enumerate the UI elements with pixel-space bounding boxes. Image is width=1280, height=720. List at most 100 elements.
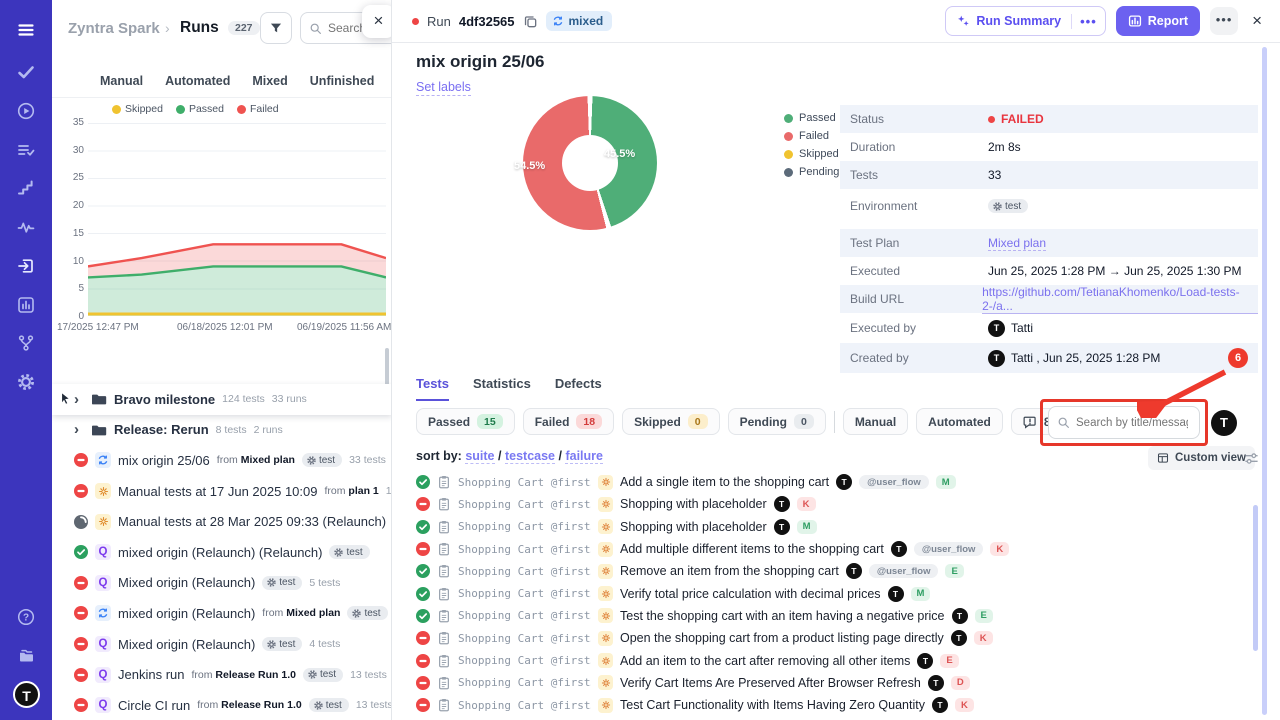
test-filter-chips: Passed15 Failed18 Skipped0 Pending0 Manu… — [416, 408, 1129, 435]
filter-skipped[interactable]: Skipped0 — [622, 408, 720, 435]
import-icon[interactable] — [17, 257, 35, 275]
set-labels-link[interactable]: Set labels — [416, 80, 471, 96]
filter-failed[interactable]: Failed18 — [523, 408, 614, 435]
tab-automated[interactable]: Automated — [165, 74, 230, 88]
run-summary-more-button[interactable]: ••• — [1071, 14, 1105, 29]
manual-test-icon — [598, 564, 613, 579]
manual-test-icon — [598, 542, 613, 557]
chevron-right-icon[interactable]: › — [74, 391, 84, 408]
label-badge: M — [936, 475, 956, 489]
run-row[interactable]: Q Jenkins run from Release Run 1.0 test … — [52, 659, 392, 690]
more-actions-button[interactable]: ••• — [1210, 7, 1238, 35]
label-badge: E — [940, 654, 958, 668]
runs-play-icon[interactable] — [17, 102, 35, 120]
menu-icon[interactable] — [17, 21, 35, 39]
detail-row-environment: Environment test — [840, 189, 1258, 223]
test-row[interactable]: Shopping Cart @first… Add an item to the… — [416, 649, 1244, 671]
run-row[interactable]: Q Mixed origin (Relaunch) test 5 tests — [52, 568, 392, 599]
breadcrumb-project[interactable]: Zyntra Spark — [68, 20, 160, 37]
test-row[interactable]: Shopping Cart @first… Verify Cart Items … — [416, 672, 1244, 694]
chevron-right-icon[interactable]: › — [74, 421, 84, 438]
custom-view-button[interactable]: Custom view — [1148, 446, 1255, 470]
test-row[interactable]: Shopping Cart @first… Shopping with plac… — [416, 516, 1244, 538]
label-badge: D — [951, 676, 970, 690]
run-list: › Bravo milestone 124 tests 33 runs › Re… — [52, 384, 392, 720]
run-row[interactable]: Q Circle CI run from Release Run 1.0 tes… — [52, 690, 392, 720]
manual-test-icon — [598, 675, 613, 690]
tests-search-input[interactable] — [1076, 417, 1188, 429]
chat-alert-icon — [1023, 415, 1037, 429]
run-row[interactable]: Manual tests at 17 Jun 2025 10:09 from p… — [52, 476, 392, 507]
test-row[interactable]: Shopping Cart @first… Remove an item fro… — [416, 560, 1244, 582]
view-settings-sliders-icon[interactable] — [1244, 450, 1259, 465]
run-title: mix origin 25/06 — [416, 52, 545, 72]
help-icon[interactable] — [17, 608, 35, 626]
tab-tests[interactable]: Tests — [416, 376, 449, 401]
test-row[interactable]: Shopping Cart @first… Add multiple diffe… — [416, 538, 1244, 560]
left-panel-scrollbar[interactable] — [385, 348, 389, 386]
sort-by-testcase[interactable]: testcase — [505, 449, 555, 464]
run-row[interactable]: mixed origin (Relaunch) from Mixed plan … — [52, 598, 392, 629]
test-row[interactable]: Shopping Cart @first… Verify total price… — [416, 582, 1244, 604]
test-row[interactable]: Shopping Cart @first… Add a single item … — [416, 471, 1244, 493]
filter-automated[interactable]: Automated — [916, 408, 1003, 435]
clipboard-icon — [437, 475, 451, 489]
detail-row-duration: Duration2m 8s — [840, 133, 1258, 161]
tests-check-icon[interactable] — [17, 63, 35, 81]
breadcrumb-page: Runs — [180, 19, 219, 37]
milestones-steps-icon[interactable] — [17, 179, 35, 197]
env-badge: test — [988, 199, 1028, 213]
label-badge: E — [975, 609, 993, 623]
test-list-scrollbar[interactable] — [1253, 505, 1258, 651]
filter-pending[interactable]: Pending0 — [728, 408, 826, 435]
manual-test-icon — [598, 475, 613, 490]
test-row[interactable]: Shopping Cart @first… Open the shopping … — [416, 627, 1244, 649]
tab-defects[interactable]: Defects — [555, 376, 602, 401]
run-row[interactable]: mix origin 25/06 from Mixed plan test 33… — [52, 445, 392, 476]
branch-icon[interactable] — [17, 334, 35, 352]
test-plans-icon[interactable] — [17, 141, 35, 159]
tab-statistics[interactable]: Statistics — [473, 376, 531, 401]
tab-manual[interactable]: Manual — [100, 74, 143, 88]
run-summary-button[interactable]: Run Summary ••• — [945, 6, 1105, 36]
passed-status-icon — [416, 587, 430, 601]
test-plan-link[interactable]: Mixed plan — [988, 236, 1046, 251]
sort-by-failure[interactable]: failure — [565, 449, 603, 464]
donut-passed-percent: 45.5% — [604, 148, 635, 160]
detail-row-test-plan: Test Plan Mixed plan — [840, 229, 1258, 257]
projects-folder-icon[interactable] — [17, 646, 35, 664]
filter-passed[interactable]: Passed15 — [416, 408, 515, 435]
cycle-icon — [552, 15, 564, 27]
run-row[interactable]: Manual tests at 28 Mar 2025 09:33 (Relau… — [52, 506, 392, 537]
page-scrollbar[interactable] — [1262, 47, 1267, 715]
run-row[interactable]: Q mixed origin (Relaunch) (Relaunch) tes… — [52, 537, 392, 568]
run-folder-row[interactable]: › Release: Rerun 8 tests 2 runs — [52, 415, 392, 446]
run-row[interactable]: Q Mixed origin (Relaunch) test 4 tests — [52, 629, 392, 660]
sort-by-suite[interactable]: suite — [465, 449, 494, 464]
assignee-avatar: T — [917, 653, 933, 669]
clipboard-icon — [437, 564, 451, 578]
test-row[interactable]: Shopping Cart @first… Test Cart Function… — [416, 694, 1244, 716]
workspace-avatar[interactable]: T — [13, 681, 40, 708]
close-run-button[interactable]: × — [1248, 11, 1266, 31]
detail-row-tests: Tests33 — [840, 161, 1258, 189]
settings-gear-icon[interactable] — [17, 373, 35, 391]
label-badge: K — [990, 542, 1009, 556]
run-details-table: Status FAILED Duration2m 8s Tests33 Envi… — [840, 105, 1258, 373]
assignee-avatar: T — [928, 675, 944, 691]
filter-manual[interactable]: Manual — [843, 408, 908, 435]
table-icon — [1157, 452, 1169, 464]
panel-close-button[interactable]: × — [362, 5, 392, 38]
build-url-link[interactable]: https://github.com/TetianaKhomenko/Load-… — [982, 285, 1258, 314]
filter-funnel-button[interactable] — [260, 12, 292, 44]
run-folder-row[interactable]: › Bravo milestone 124 tests 33 runs — [52, 384, 392, 415]
analytics-pulse-icon[interactable] — [17, 218, 35, 236]
tab-mixed[interactable]: Mixed — [252, 74, 287, 88]
tab-unfinished[interactable]: Unfinished — [310, 74, 375, 88]
clipboard-icon — [437, 654, 451, 668]
test-row[interactable]: Shopping Cart @first… Test the shopping … — [416, 605, 1244, 627]
test-row[interactable]: Shopping Cart @first… Shopping with plac… — [416, 493, 1244, 515]
reports-icon[interactable] — [17, 296, 35, 314]
report-button[interactable]: Report — [1116, 6, 1200, 36]
copy-icon[interactable] — [523, 13, 538, 29]
